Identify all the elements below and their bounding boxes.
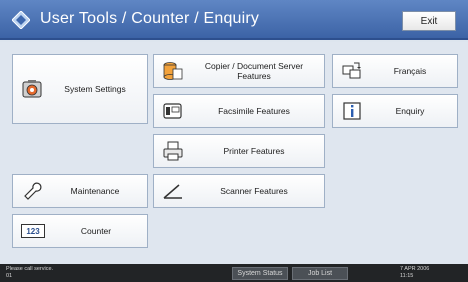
status-message-line1: Please call service. xyxy=(6,266,54,272)
exit-button[interactable]: Exit xyxy=(402,11,456,31)
facsimile-features-label: Facsimile Features xyxy=(218,106,290,116)
maintenance-label: Maintenance xyxy=(70,186,120,196)
system-settings-label: System Settings xyxy=(64,84,126,94)
copier-document-server-label: Copier / Document Server Features xyxy=(204,61,304,81)
francais-label: Français xyxy=(393,66,427,76)
printer-features-label: Printer Features xyxy=(223,146,285,156)
copier-document-server-button[interactable]: Copier / Document Server Features xyxy=(153,54,325,88)
facsimile-icon xyxy=(163,103,182,119)
system-status-button[interactable]: System Status xyxy=(232,267,288,280)
info-icon xyxy=(343,102,361,120)
status-message: Please call service. 01 xyxy=(6,266,53,280)
francais-button[interactable]: Français xyxy=(332,54,458,88)
printer-icon xyxy=(163,141,183,161)
printer-features-button[interactable]: Printer Features xyxy=(153,134,325,168)
main-menu: System Settings Copier / Document Server… xyxy=(0,42,468,264)
system-settings-icon xyxy=(22,80,42,98)
page-title: User Tools / Counter / Enquiry xyxy=(40,10,260,27)
status-message-line2: 01 xyxy=(6,273,13,279)
scanner-features-button[interactable]: Scanner Features xyxy=(153,174,325,208)
scanner-icon xyxy=(163,184,182,199)
date-text: 7 APR 2006 xyxy=(400,266,430,272)
copier-icon xyxy=(163,62,183,80)
system-settings-button[interactable]: System Settings xyxy=(12,54,148,124)
facsimile-features-button[interactable]: Facsimile Features xyxy=(153,94,325,128)
diamond-logo-icon xyxy=(12,11,30,29)
language-switch-icon xyxy=(342,62,361,79)
maintenance-button[interactable]: Maintenance xyxy=(12,174,148,208)
counter-123-icon: 123 xyxy=(21,224,45,238)
enquiry-label: Enquiry xyxy=(395,106,425,116)
wrench-icon xyxy=(24,182,42,200)
job-list-button[interactable]: Job List xyxy=(292,267,348,280)
status-bar: Please call service. 01 System Status Jo… xyxy=(0,264,468,282)
header-bar: User Tools / Counter / Enquiry Exit xyxy=(0,0,468,40)
screen: User Tools / Counter / Enquiry Exit Syst… xyxy=(0,0,468,282)
datetime: 7 APR 2006 11:15 xyxy=(400,266,429,280)
time-text: 11:15 xyxy=(400,273,414,279)
scanner-features-label: Scanner Features xyxy=(220,186,288,196)
counter-label: Counter xyxy=(80,226,112,236)
counter-button[interactable]: 123 Counter xyxy=(12,214,148,248)
enquiry-button[interactable]: Enquiry xyxy=(332,94,458,128)
